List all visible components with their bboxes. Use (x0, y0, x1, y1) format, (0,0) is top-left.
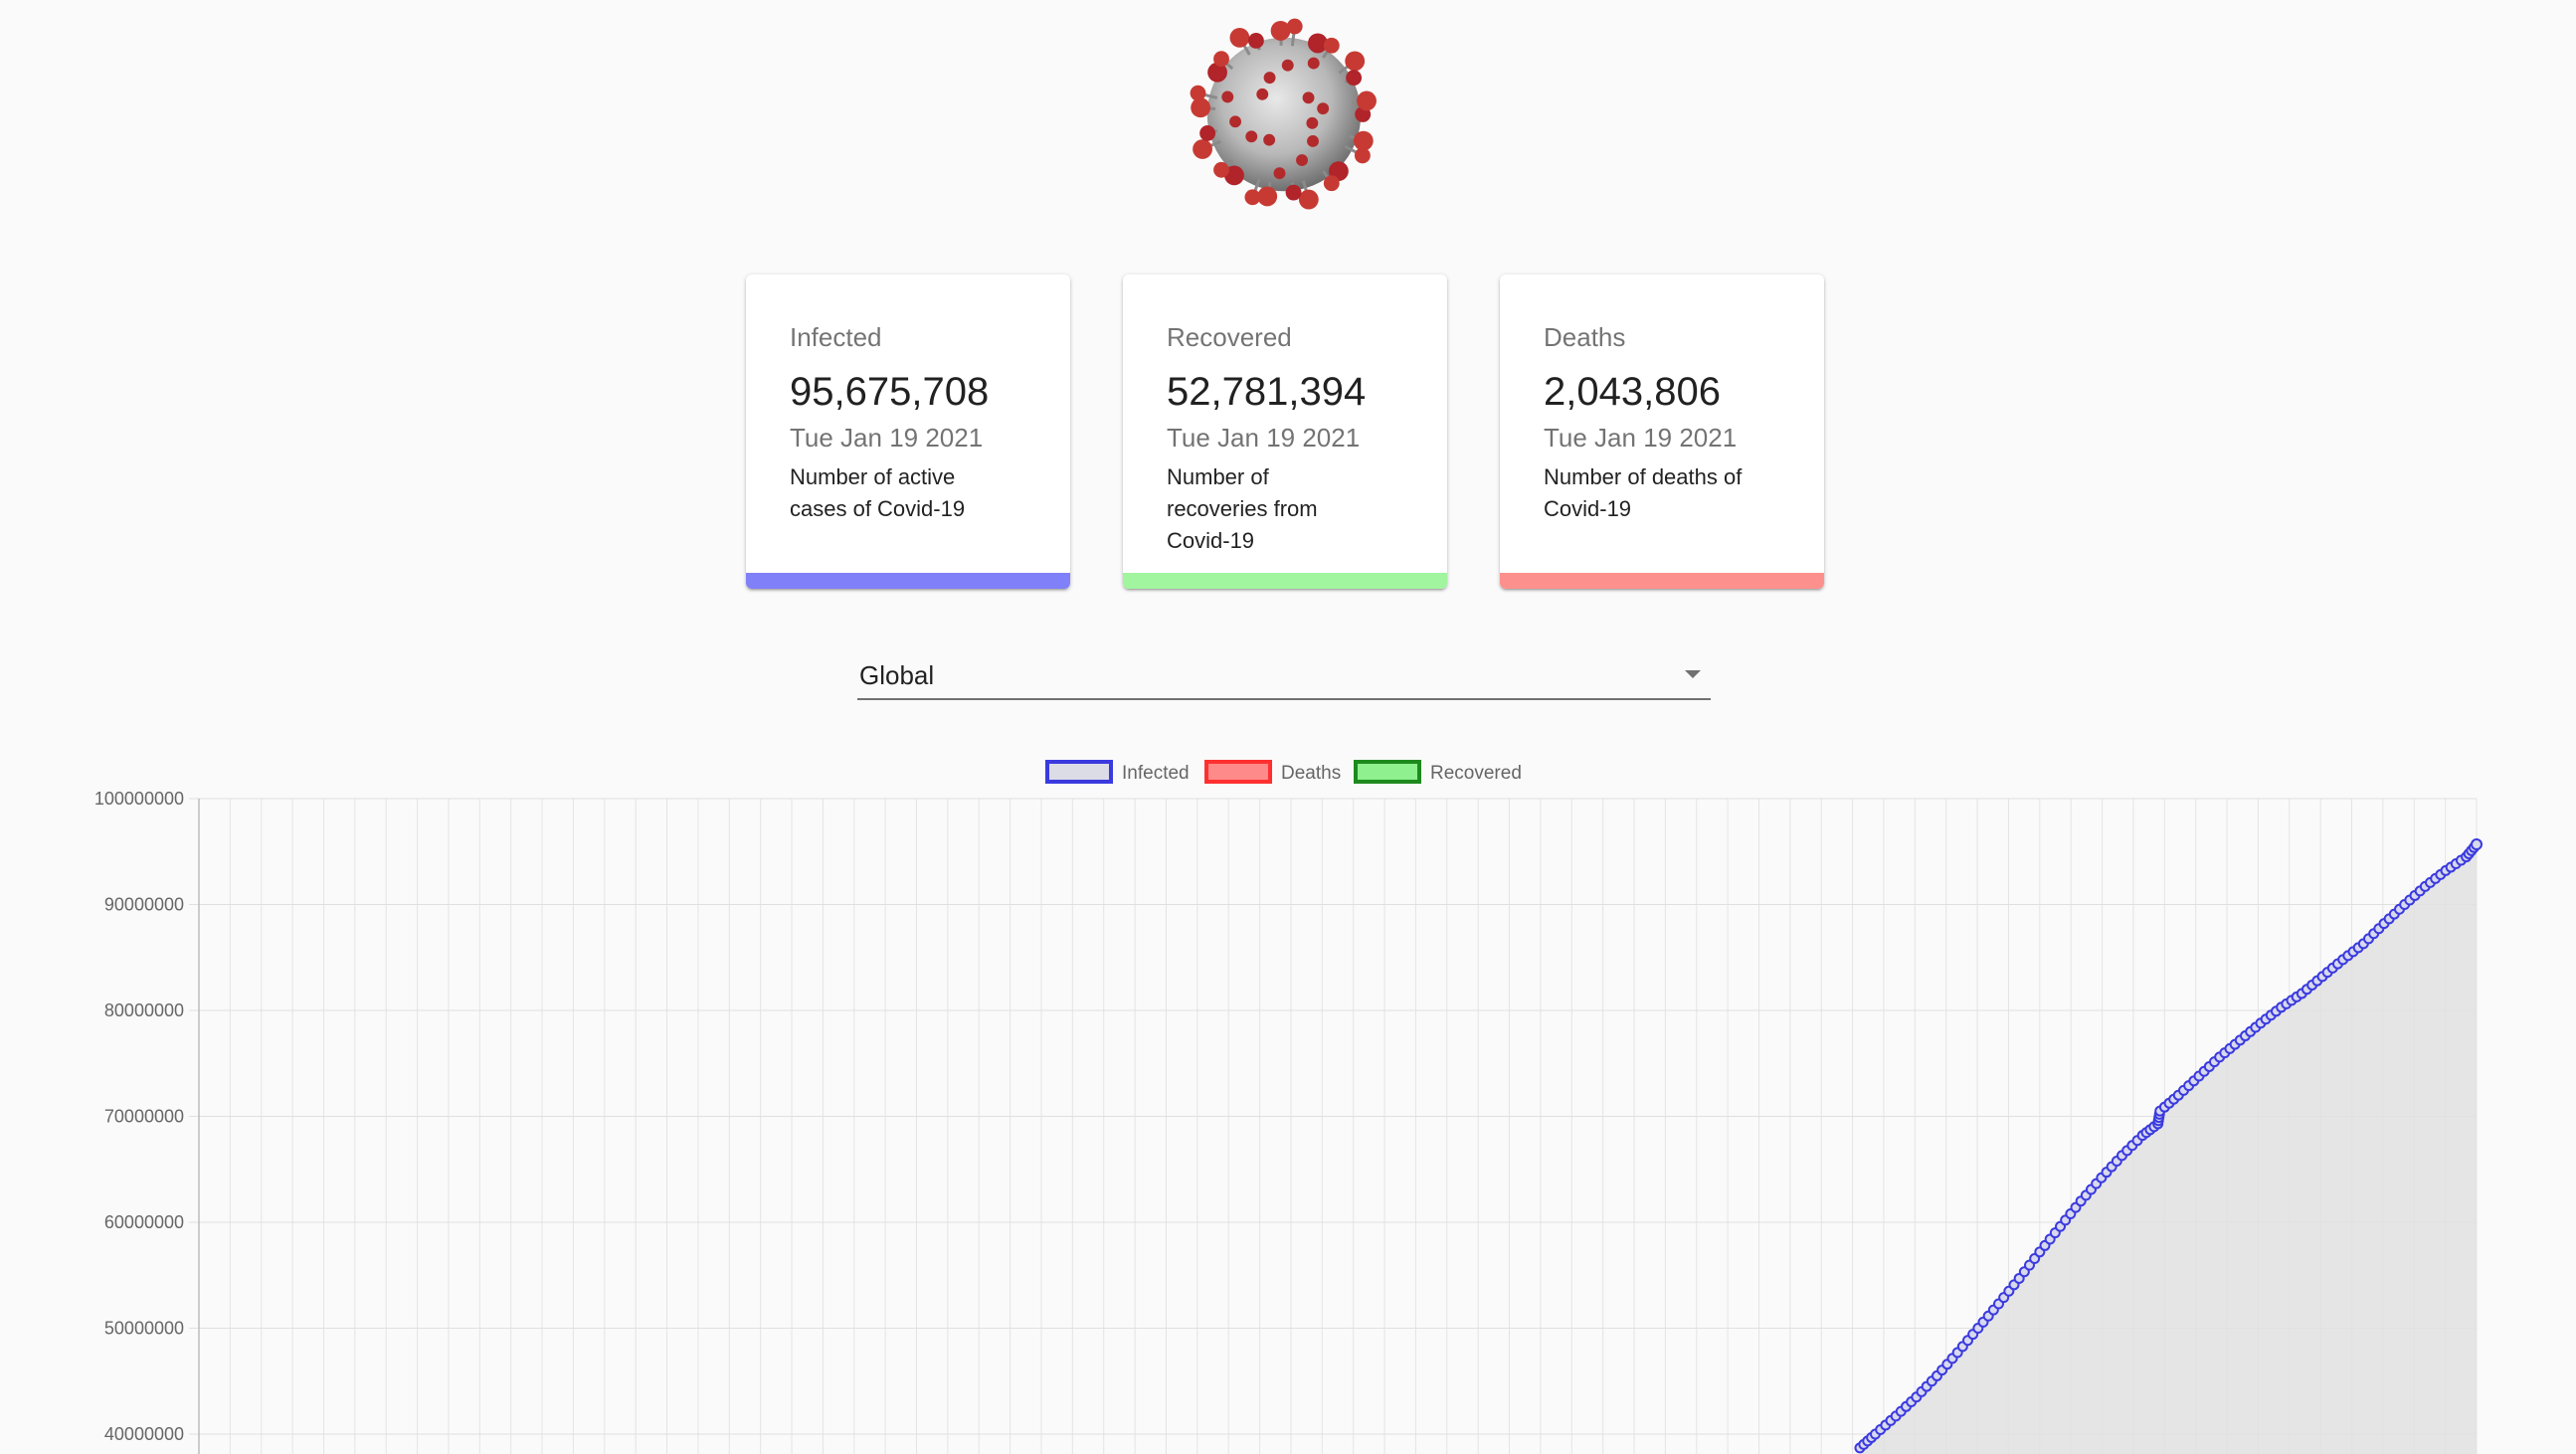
y-tick-label: 50000000 (104, 1319, 184, 1339)
y-tick-label: 80000000 (104, 1000, 184, 1020)
coronavirus-image (1186, 16, 1382, 213)
deaths-card: Deaths 2,043,806 Tue Jan 19 2021 Number … (1500, 274, 1824, 589)
card-date: Tue Jan 19 2021 (1167, 423, 1361, 454)
covid-tracker-page: Infected 95,675,708 Tue Jan 19 2021 Numb… (0, 0, 2576, 1454)
y-tick-label: 90000000 (104, 895, 184, 915)
card-label: Recovered (1167, 322, 1292, 352)
cases-line-chart: 100000000 90000000 80000000 70000000 6000000… (0, 741, 2576, 1454)
legend-label-recovered[interactable]: Recovered (1430, 763, 1522, 784)
y-tick-label: 40000000 (104, 1424, 184, 1444)
y-tick-label: 100000000 (94, 789, 184, 809)
country-select-value: Global (859, 660, 935, 690)
country-select[interactable]: Global (857, 652, 1711, 700)
recovered-card: Recovered 52,781,394 Tue Jan 19 2021 Num… (1123, 274, 1447, 589)
legend-swatch-recovered[interactable] (1354, 760, 1421, 784)
infected-color-bar (746, 573, 1070, 589)
y-tick-label: 70000000 (104, 1107, 184, 1127)
legend-label-infected[interactable]: Infected (1122, 763, 1190, 784)
chart-canvas: 100000000 90000000 80000000 70000000 6000000… (94, 760, 2483, 1454)
chevron-down-icon (1685, 670, 1701, 678)
legend-label-deaths[interactable]: Deaths (1281, 763, 1341, 784)
card-value: 95,675,708 (790, 370, 990, 415)
card-description: Number of recoveries from Covid-19 (1167, 464, 1318, 554)
card-date: Tue Jan 19 2021 (1544, 423, 1738, 454)
card-description: Number of deaths of Covid-19 (1544, 464, 1743, 522)
infected-card: Infected 95,675,708 Tue Jan 19 2021 Numb… (746, 274, 1070, 589)
card-value: 52,781,394 (1167, 370, 1367, 415)
card-label: Deaths (1544, 322, 1626, 352)
y-tick-label: 60000000 (104, 1212, 184, 1232)
legend-swatch-infected[interactable] (1045, 760, 1113, 784)
card-date: Tue Jan 19 2021 (790, 423, 984, 454)
recovered-color-bar (1123, 573, 1447, 589)
deaths-color-bar (1500, 573, 1824, 589)
card-label: Infected (790, 322, 882, 352)
card-value: 2,043,806 (1544, 370, 1721, 415)
card-description: Number of active cases of Covid-19 (790, 464, 966, 522)
infected-point (2471, 838, 2483, 851)
legend-swatch-deaths[interactable] (1204, 760, 1272, 784)
coronavirus-icon (1190, 18, 1377, 210)
